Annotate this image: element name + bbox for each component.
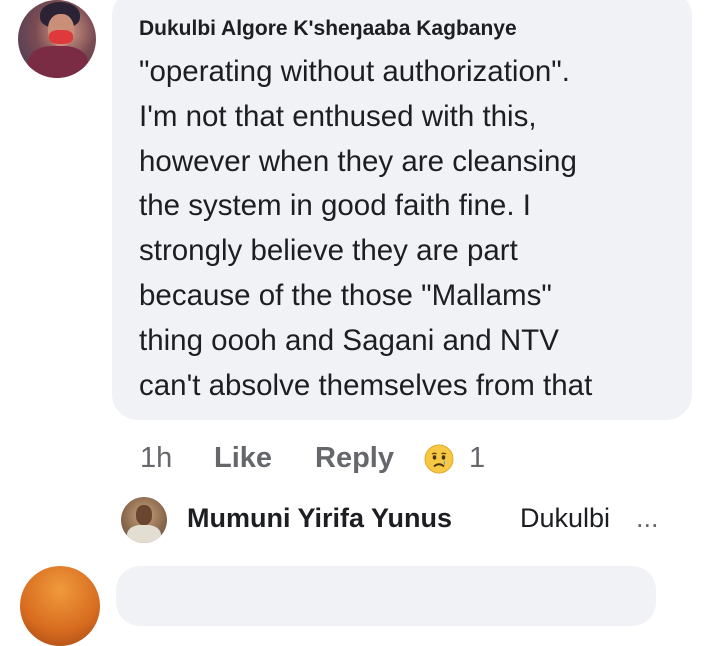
avatar-body-shape	[28, 46, 88, 78]
comment-line: because of the those "Mallams"	[139, 278, 552, 312]
reaction-count[interactable]: 1	[469, 438, 485, 478]
reply-author-name[interactable]: Mumuni Yirifa Yunus	[187, 503, 452, 534]
comment-line: I'm not that enthused with this,	[139, 99, 537, 133]
reply-ellipsis: ...	[636, 503, 659, 533]
reply-preview-row[interactable]: Mumuni Yirifa Yunus Dukulbi ...	[0, 497, 720, 545]
comment-timestamp[interactable]: 1h	[140, 438, 172, 478]
comment-line: thing oooh and Sagani and NTV	[139, 323, 559, 357]
avatar-shirt-shape	[127, 525, 161, 543]
comment-author-name[interactable]: Dukulbi Algore K'sheŋaaba Kagbanye	[139, 17, 517, 41]
comment-line: "operating without authorization".	[139, 55, 570, 88]
comment-line: strongly believe they are part	[139, 234, 518, 268]
reply-preview-text[interactable]: Dukulbi	[520, 503, 610, 534]
next-comment-bubble	[116, 566, 656, 626]
comment-line: however when they are cleansing	[139, 144, 577, 178]
like-button[interactable]: Like	[214, 438, 272, 478]
reply-avatar[interactable]	[121, 497, 167, 543]
avatar-head-shape	[136, 505, 152, 525]
reply-button[interactable]: Reply	[315, 438, 394, 478]
comment-actions-row: 1h Like Reply 1	[0, 438, 720, 478]
comment-line: the system in good faith fine. I	[139, 189, 531, 223]
comment-text: "operating without authorization". I'm n…	[139, 50, 684, 408]
avatar-mask-shape	[49, 30, 73, 44]
comment-line: can't absolve themselves from that	[139, 368, 593, 402]
sad-face-emoji-icon[interactable]	[424, 444, 454, 474]
next-comment-avatar[interactable]	[20, 566, 100, 646]
comment-avatar[interactable]	[18, 0, 96, 78]
